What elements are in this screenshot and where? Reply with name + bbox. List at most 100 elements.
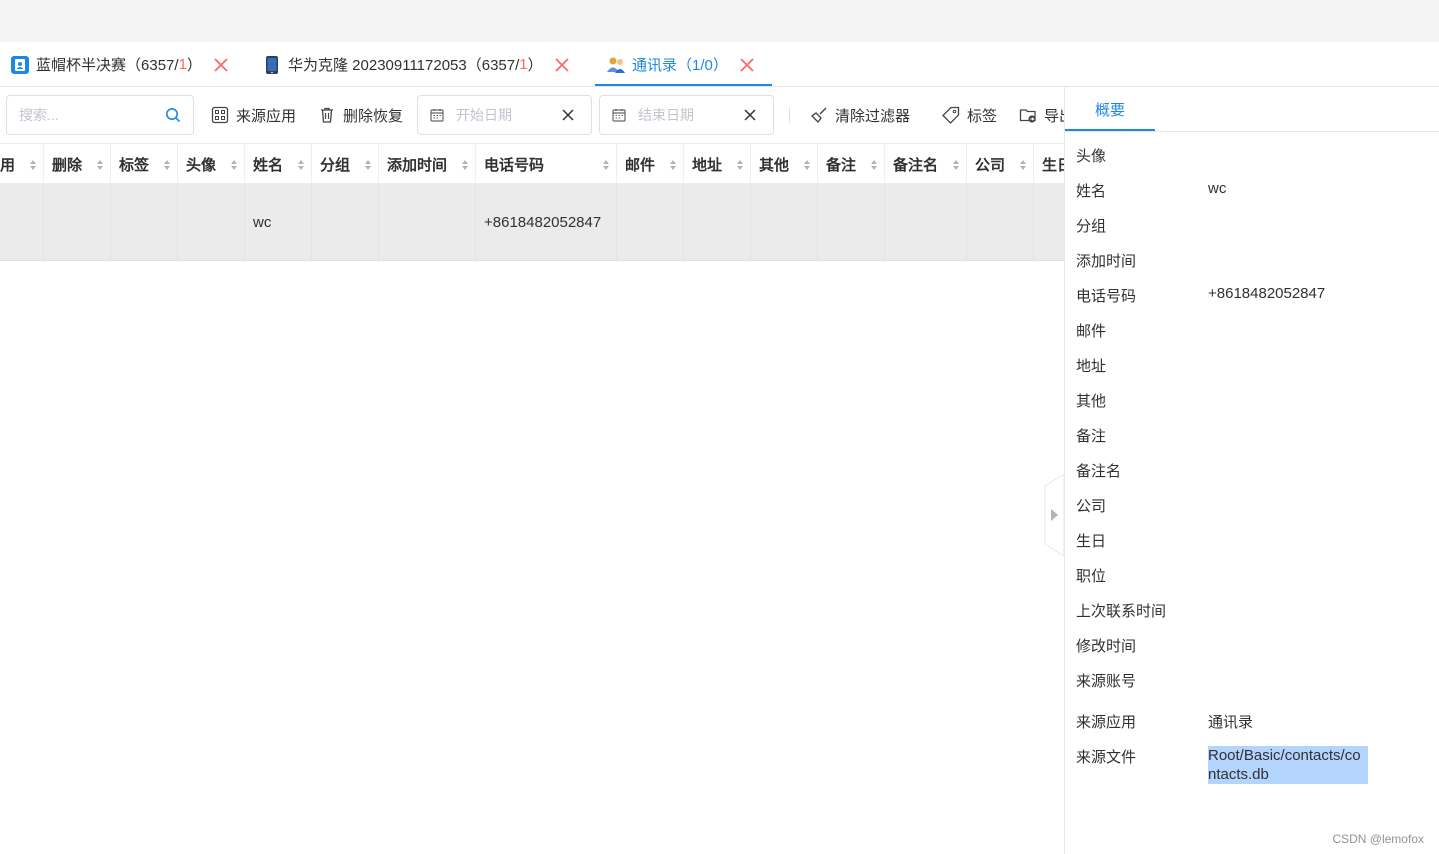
- column-header-added-time[interactable]: 添加时间: [379, 144, 476, 184]
- sort-icon[interactable]: [602, 158, 610, 170]
- tab-label: 蓝帽杯半决赛: [36, 57, 127, 74]
- tab-count-end: ）: [527, 57, 543, 74]
- sort-icon[interactable]: [952, 158, 960, 170]
- tab-label: 华为克隆 20230911172053: [288, 57, 467, 74]
- cell-email: [617, 184, 684, 260]
- export-folder-icon: [1019, 106, 1037, 124]
- end-date-picker[interactable]: 结束日期: [599, 95, 774, 135]
- end-date-placeholder: 结束日期: [638, 107, 694, 123]
- panel-collapse-handle[interactable]: [1043, 473, 1065, 557]
- table-row[interactable]: wc +8618482052847: [0, 184, 1064, 261]
- column-header-tag[interactable]: 标签: [111, 144, 178, 184]
- cell-address: [684, 184, 751, 260]
- clear-filter-button[interactable]: 清除过滤器: [810, 95, 910, 135]
- start-date-picker[interactable]: 开始日期: [417, 95, 592, 135]
- tab-summary[interactable]: 概要: [1065, 87, 1155, 131]
- sort-icon[interactable]: [803, 158, 811, 170]
- delete-restore-label: 删除恢复: [343, 107, 404, 125]
- search-icon[interactable]: [165, 107, 181, 123]
- search-input[interactable]: [19, 105, 159, 125]
- contact-app-icon: [10, 55, 30, 75]
- sort-icon[interactable]: [870, 158, 878, 170]
- detail-panel: 概要 头像 姓名 wc 分组 添加时间 电话号码 +8618482052847 邮件…: [1064, 87, 1439, 854]
- delete-restore-button[interactable]: 删除恢复: [318, 95, 403, 135]
- column-header-avatar[interactable]: 头像: [178, 144, 245, 184]
- column-header-deleted[interactable]: 删除: [44, 144, 111, 184]
- column-header-address[interactable]: 地址: [684, 144, 751, 184]
- grid-apps-icon: [211, 106, 229, 124]
- cell-deleted: [44, 184, 111, 260]
- column-header-note[interactable]: 备注: [818, 144, 885, 184]
- cell-other: [751, 184, 818, 260]
- toolbar-divider: [789, 107, 790, 123]
- tab-count: （6357/: [126, 57, 179, 74]
- active-tab-indicator: [595, 84, 772, 86]
- clear-icon[interactable]: [743, 108, 757, 122]
- broom-icon: [810, 106, 828, 124]
- start-date-placeholder: 开始日期: [456, 107, 512, 123]
- export-button[interactable]: 导出: [1019, 95, 1064, 135]
- sort-icon[interactable]: [96, 158, 104, 170]
- tab-count: （6357/: [466, 57, 520, 74]
- cell-app: [0, 184, 44, 260]
- column-header-phone[interactable]: 电话号码: [476, 144, 617, 184]
- sort-icon[interactable]: [669, 158, 677, 170]
- tag-icon: [942, 106, 960, 124]
- close-icon[interactable]: [555, 57, 569, 72]
- cell-avatar: [178, 184, 245, 260]
- cell-phone: +8618482052847: [476, 184, 617, 260]
- toolbar: 来源应用 删除恢复 开始日期 结束日期 清除过滤器: [0, 87, 1064, 143]
- watermark: CSDN @lemofox: [1332, 832, 1424, 846]
- cell-company: [967, 184, 1034, 260]
- table-header: 用 删除 标签 头像 姓名 分组 添加时间 电话号码 邮件 地址 其他 备注 备…: [0, 143, 1064, 184]
- column-header-email[interactable]: 邮件: [617, 144, 684, 184]
- sort-icon[interactable]: [29, 158, 37, 170]
- cell-name: wc: [245, 184, 312, 260]
- sort-icon[interactable]: [297, 158, 305, 170]
- column-header-name[interactable]: 姓名: [245, 144, 312, 184]
- clear-icon[interactable]: [561, 108, 575, 122]
- cell-added-time: [379, 184, 476, 260]
- window-top-bar: [0, 0, 1439, 42]
- close-icon[interactable]: [740, 57, 754, 72]
- column-header-company[interactable]: 公司: [967, 144, 1034, 184]
- contacts-people-icon: [606, 55, 626, 75]
- tab-lanmaobei[interactable]: 蓝帽杯半决赛 （6357/1）: [10, 42, 228, 87]
- sort-icon[interactable]: [461, 158, 469, 170]
- sort-icon[interactable]: [1019, 158, 1027, 170]
- calendar-icon: [612, 108, 626, 122]
- tab-count-end: ）: [186, 57, 202, 74]
- search-box[interactable]: [6, 95, 194, 135]
- close-icon[interactable]: [214, 57, 228, 72]
- source-app-button[interactable]: 来源应用: [211, 95, 296, 135]
- source-app-label: 来源应用: [236, 107, 297, 125]
- cell-group: [312, 184, 379, 260]
- tab-huawei-clone[interactable]: 华为克隆 20230911172053 （6357/1）: [262, 42, 569, 87]
- column-header-note-name[interactable]: 备注名: [885, 144, 967, 184]
- cell-note: [818, 184, 885, 260]
- tag-label: 标签: [967, 107, 998, 125]
- source-file-path[interactable]: Root/Basic/contacts/contacts.db: [1208, 746, 1368, 784]
- phone-icon: [262, 55, 282, 75]
- sort-icon[interactable]: [163, 158, 171, 170]
- column-header-group[interactable]: 分组: [312, 144, 379, 184]
- export-label: 导出: [1044, 107, 1064, 125]
- tab-bar: 蓝帽杯半决赛 （6357/1） 华为克隆 20230911172053 （635…: [0, 42, 1439, 87]
- cell-birthday: [1034, 184, 1064, 260]
- tab-count: （1/0）: [677, 57, 728, 74]
- sort-icon[interactable]: [364, 158, 372, 170]
- clear-filter-label: 清除过滤器: [835, 107, 911, 125]
- contacts-table: 用 删除 标签 头像 姓名 分组 添加时间 电话号码 邮件 地址 其他 备注 备…: [0, 143, 1064, 261]
- tab-contacts[interactable]: 通讯录 （1/0）: [606, 42, 754, 87]
- column-header-other[interactable]: 其他: [751, 144, 818, 184]
- cell-tag: [111, 184, 178, 260]
- sort-icon[interactable]: [736, 158, 744, 170]
- sort-icon[interactable]: [230, 158, 238, 170]
- trash-icon: [318, 106, 336, 124]
- tag-button[interactable]: 标签: [942, 95, 997, 135]
- column-header-birthday[interactable]: 生日: [1034, 144, 1064, 184]
- tab-new-count: 1: [178, 56, 187, 73]
- panel-divider: [1065, 131, 1439, 132]
- tab-new-count: 1: [519, 56, 528, 73]
- column-header-app[interactable]: 用: [0, 144, 44, 184]
